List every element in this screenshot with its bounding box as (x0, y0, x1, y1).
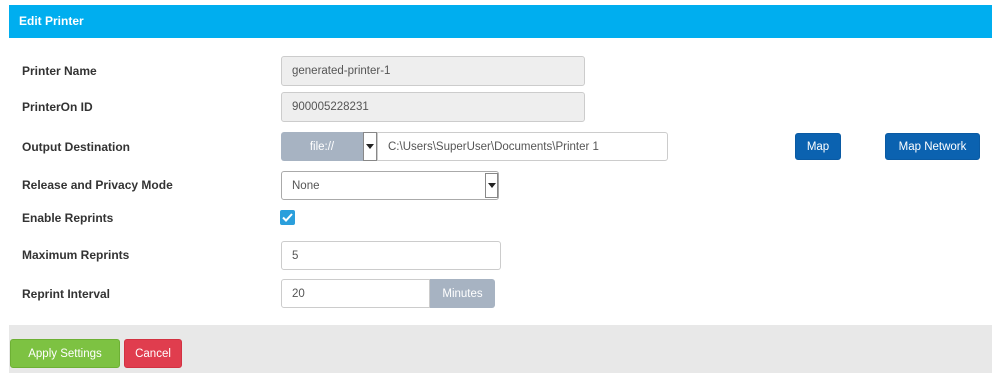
map-network-button[interactable]: Map Network (885, 133, 980, 160)
chevron-down-icon (366, 144, 374, 149)
maximum-reprints-label: Maximum Reprints (22, 248, 130, 262)
printeron-id-field[interactable]: 900005228231 (281, 92, 585, 122)
cancel-button[interactable]: Cancel (124, 339, 182, 368)
printer-name-field[interactable]: generated-printer-1 (281, 56, 585, 86)
reprint-interval-unit: Minutes (430, 279, 495, 308)
release-privacy-mode-value: None (292, 179, 320, 192)
enable-reprints-label: Enable Reprints (22, 211, 114, 225)
printeron-id-label: PrinterOn ID (22, 100, 93, 114)
checkmark-icon (282, 213, 293, 222)
chevron-down-icon (487, 183, 496, 188)
panel-footer: Apply Settings Cancel (9, 325, 992, 373)
release-privacy-mode-toggle[interactable] (485, 173, 498, 198)
destination-path-input[interactable]: C:\Users\SuperUser\Documents\Printer 1 (377, 132, 668, 161)
printer-name-label: Printer Name (22, 64, 97, 78)
release-privacy-mode-select[interactable]: None (281, 171, 499, 200)
release-privacy-mode-label: Release and Privacy Mode (22, 178, 173, 192)
panel-title: Edit Printer (9, 5, 992, 38)
apply-settings-button[interactable]: Apply Settings (10, 339, 120, 368)
maximum-reprints-input[interactable]: 5 (281, 241, 501, 270)
reprint-interval-label: Reprint Interval (22, 287, 111, 301)
map-button[interactable]: Map (795, 133, 841, 160)
protocol-select[interactable]: file:// (281, 132, 363, 161)
output-destination-label: Output Destination (22, 140, 130, 154)
enable-reprints-checkbox[interactable] (280, 210, 295, 225)
protocol-dropdown-toggle[interactable] (363, 132, 377, 161)
edit-printer-panel: Edit Printer Printer Name generated-prin… (9, 5, 992, 373)
reprint-interval-input[interactable]: 20 (281, 279, 430, 308)
